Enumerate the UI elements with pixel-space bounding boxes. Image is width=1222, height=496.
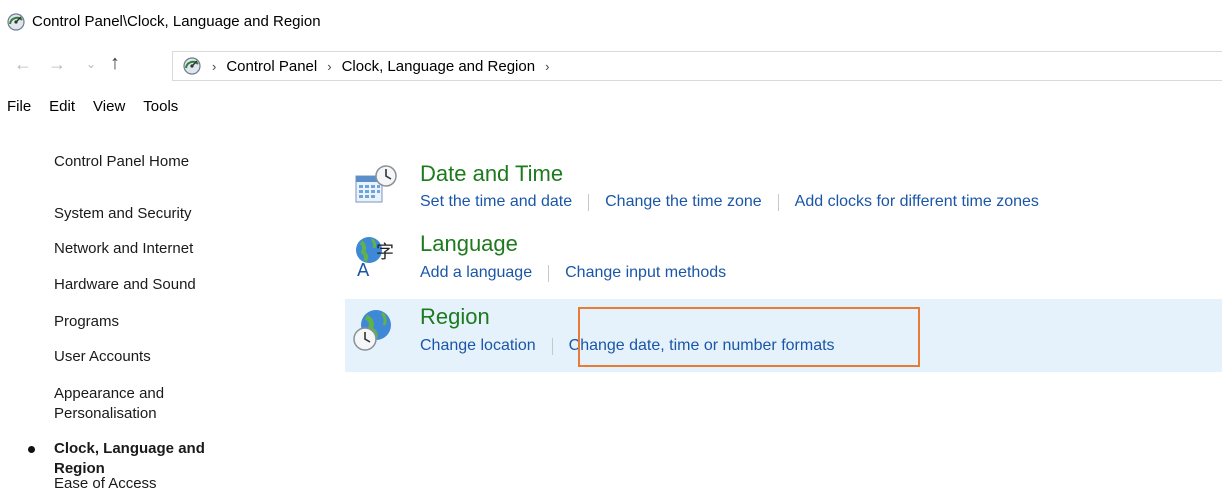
svg-text:A: A	[357, 260, 370, 278]
up-arrow-icon[interactable]: ↑	[110, 52, 120, 75]
link-set-time-date[interactable]: Set the time and date	[420, 193, 572, 211]
menu-view[interactable]: View	[84, 98, 134, 124]
calendar-clock-icon	[355, 165, 397, 203]
link-separator	[551, 337, 553, 355]
title-bar: Control Panel\Clock, Language and Region	[0, 0, 1222, 44]
active-item-bullet	[28, 446, 35, 453]
link-change-formats[interactable]: Change date, time or number formats	[569, 337, 835, 355]
sidebar-item-programs[interactable]: Programs	[54, 312, 254, 332]
breadcrumb-control-panel[interactable]: Control Panel	[226, 58, 317, 75]
link-add-clocks[interactable]: Add clocks for different time zones	[795, 193, 1039, 211]
date-time-links: Set the time and date Change the time zo…	[420, 193, 1039, 211]
category-title-language[interactable]: Language	[420, 231, 518, 257]
sidebar-item-appearance-personalisation[interactable]: Appearance and Personalisation	[54, 384, 214, 424]
address-bar[interactable]: › Control Panel › Clock, Language and Re…	[172, 51, 1222, 81]
link-separator	[548, 264, 550, 282]
category-region: Region Change location Change date, time…	[345, 299, 1222, 372]
back-arrow-icon[interactable]: ←	[14, 54, 32, 75]
menu-edit[interactable]: Edit	[40, 98, 84, 124]
breadcrumb-separator-icon[interactable]: ›	[545, 59, 549, 74]
link-change-input-methods[interactable]: Change input methods	[565, 264, 726, 282]
link-separator	[777, 193, 779, 211]
link-change-location[interactable]: Change location	[420, 337, 536, 355]
breadcrumb-separator-icon[interactable]: ›	[212, 59, 216, 74]
link-separator	[588, 193, 590, 211]
forward-arrow-icon[interactable]: →	[48, 54, 66, 75]
category-title-date-time[interactable]: Date and Time	[420, 161, 563, 187]
control-panel-icon	[183, 57, 201, 75]
sidebar-item-ease-of-access[interactable]: Ease of Access	[54, 474, 254, 494]
globe-clock-icon	[353, 310, 391, 351]
category-date-time: Date and Time Set the time and date Chan…	[345, 160, 1222, 218]
sidebar-item-network-internet[interactable]: Network and Internet	[54, 239, 254, 259]
link-add-language[interactable]: Add a language	[420, 264, 532, 282]
recent-locations-chevron-icon[interactable]: ⌄	[86, 57, 96, 71]
sidebar-item-hardware-sound[interactable]: Hardware and Sound	[54, 275, 254, 295]
window-title: Control Panel\Clock, Language and Region	[32, 13, 321, 30]
sidebar-item-user-accounts[interactable]: User Accounts	[54, 347, 254, 367]
menu-tools[interactable]: Tools	[134, 98, 187, 124]
navigation-bar: ← → ⌄ ↑ › Control Panel › Clock, Languag…	[0, 48, 1222, 82]
control-panel-icon	[7, 13, 25, 31]
svg-text:字: 字	[376, 242, 394, 263]
sidebar-control-panel-home[interactable]: Control Panel Home	[54, 152, 254, 172]
sidebar-item-clock-language-region[interactable]: Clock, Language and Region	[54, 439, 254, 479]
category-title-region[interactable]: Region	[420, 304, 490, 330]
breadcrumb-clock-language-region[interactable]: Clock, Language and Region	[342, 58, 535, 75]
region-links: Change location Change date, time or num…	[420, 337, 835, 355]
menu-bar: File Edit View Tools	[0, 98, 187, 124]
category-language: 字 A Language Add a language Change input…	[345, 230, 1222, 290]
globe-language-icon: 字 A	[356, 237, 394, 278]
menu-file[interactable]: File	[0, 98, 40, 124]
breadcrumb-separator-icon[interactable]: ›	[327, 59, 331, 74]
link-change-time-zone[interactable]: Change the time zone	[605, 193, 762, 211]
sidebar-item-system-security[interactable]: System and Security	[54, 204, 254, 224]
language-links: Add a language Change input methods	[420, 264, 726, 282]
